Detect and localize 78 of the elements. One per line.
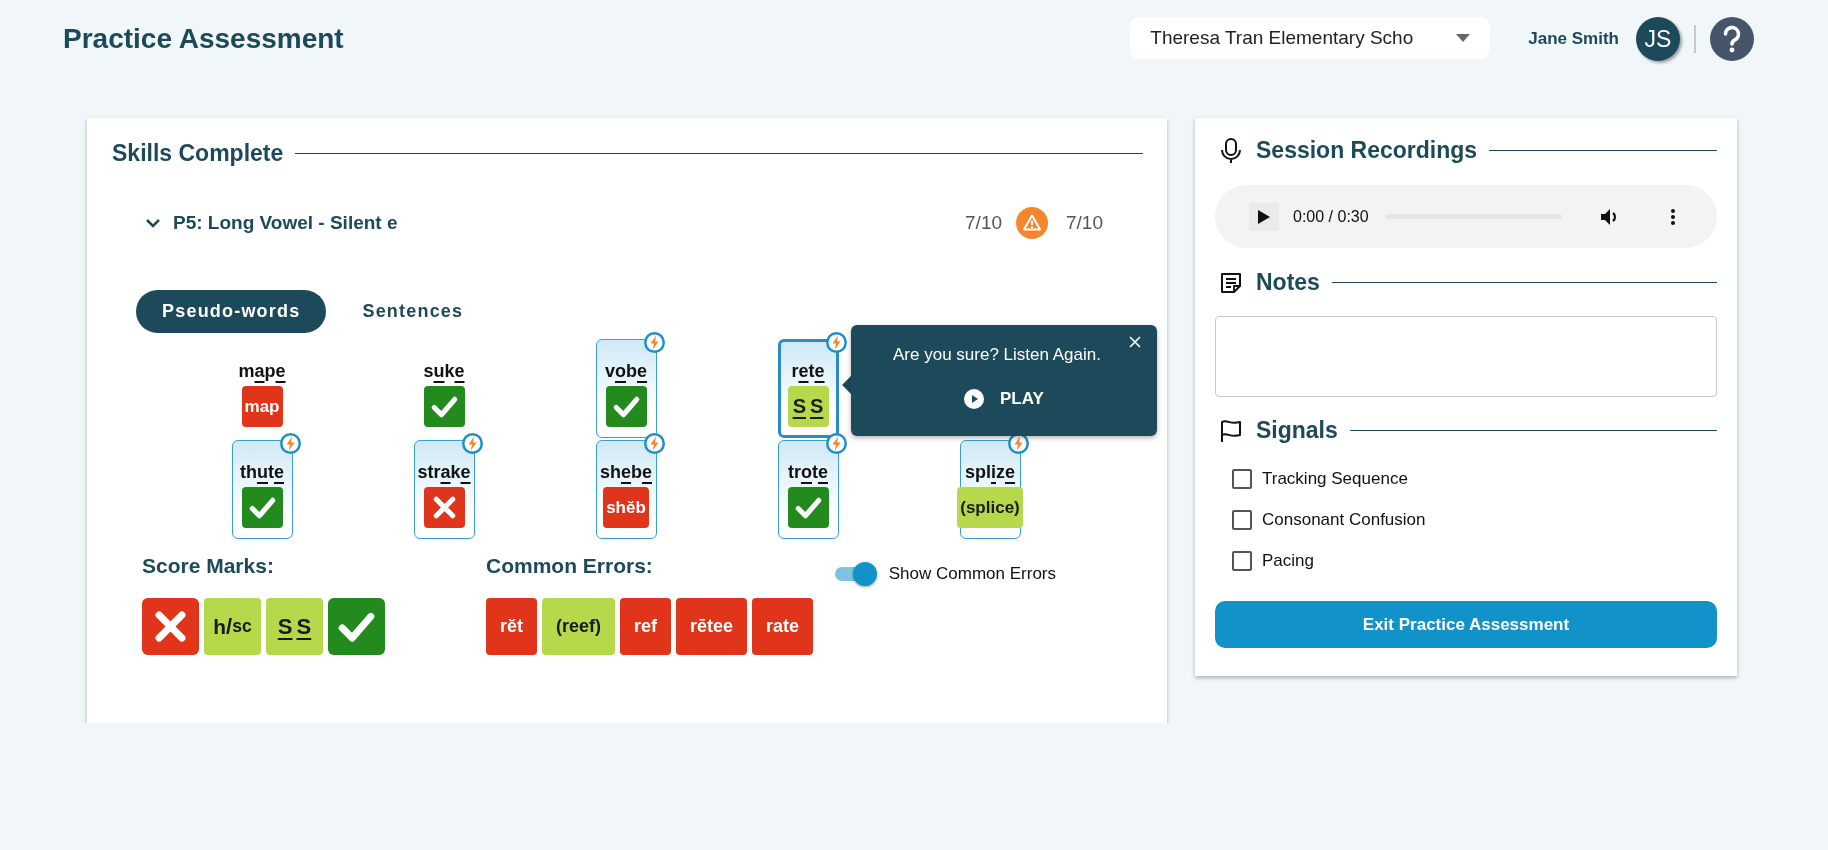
error-mark[interactable]: rētee bbox=[676, 598, 748, 655]
page-title: Practice Assessment bbox=[63, 23, 344, 55]
checkbox-label: Tracking Sequence bbox=[1262, 469, 1408, 489]
lightning-icon bbox=[279, 433, 301, 454]
word-text: splize bbox=[964, 461, 1015, 483]
error-mark: map bbox=[241, 386, 283, 427]
section-title: Notes bbox=[1256, 269, 1320, 296]
check-icon bbox=[241, 487, 283, 528]
word-card[interactable]: vobe bbox=[595, 339, 657, 438]
word-text: trote bbox=[788, 461, 828, 483]
error-mark[interactable]: rĕt bbox=[486, 598, 537, 655]
section-label: Common Errors: bbox=[486, 554, 653, 578]
lightning-icon bbox=[825, 332, 847, 353]
word-text: shebe bbox=[599, 461, 652, 483]
exit-button[interactable]: Exit Practice Assessment bbox=[1215, 601, 1717, 648]
checkbox[interactable] bbox=[1232, 469, 1252, 489]
play-button[interactable] bbox=[1249, 202, 1279, 231]
play-button[interactable]: PLAY bbox=[964, 389, 1044, 409]
close-icon[interactable] bbox=[1129, 336, 1141, 348]
caret-icon bbox=[1456, 34, 1471, 42]
lightning-icon bbox=[643, 433, 665, 454]
tab[interactable]: Pseudo-words bbox=[136, 290, 327, 333]
section-label: Score Marks: bbox=[142, 554, 274, 577]
check-icon bbox=[423, 386, 465, 427]
substitution-mark[interactable]: (reef) bbox=[542, 598, 616, 655]
substitution-mark: (splice) bbox=[957, 487, 1023, 528]
word-text: suke bbox=[423, 360, 465, 382]
word-card[interactable]: thute bbox=[231, 440, 293, 539]
section-title: Skills Complete bbox=[112, 140, 284, 167]
check-icon bbox=[605, 386, 647, 427]
play-icon bbox=[964, 389, 984, 409]
word-text: rete bbox=[791, 360, 825, 382]
toggle-label: Show Common Errors bbox=[888, 564, 1056, 584]
user-name[interactable]: Jane Smith bbox=[1528, 29, 1619, 49]
cross-icon bbox=[423, 487, 465, 528]
error-mark: shĕb bbox=[603, 487, 649, 528]
word-card[interactable]: rete SS bbox=[777, 339, 839, 438]
skill-name[interactable]: P5: Long Vowel - Silent e bbox=[173, 212, 966, 234]
checkbox-label: Consonant Confusion bbox=[1262, 510, 1426, 530]
self-correction-mark: SS bbox=[787, 386, 829, 427]
word-text: thute bbox=[240, 461, 284, 483]
chevron-down-icon[interactable] bbox=[145, 218, 161, 228]
word-text: strake bbox=[417, 461, 471, 483]
word-text: mape bbox=[238, 360, 286, 382]
lightning-icon bbox=[825, 433, 847, 454]
play-icon bbox=[1258, 209, 1270, 224]
tab[interactable]: Sentences bbox=[336, 290, 490, 333]
help-icon[interactable] bbox=[1710, 17, 1754, 61]
lightning-icon bbox=[643, 332, 665, 353]
more-icon[interactable] bbox=[1669, 207, 1676, 226]
lightning-icon bbox=[461, 433, 483, 454]
word-card[interactable]: shebe shĕb bbox=[595, 440, 657, 539]
microphone-icon bbox=[1220, 137, 1242, 164]
cross-icon[interactable] bbox=[142, 598, 199, 655]
section-title: Session Recordings bbox=[1256, 137, 1478, 164]
word-text: vobe bbox=[605, 360, 647, 382]
self-correction-mark[interactable]: SS bbox=[266, 598, 323, 655]
error-mark[interactable]: rate bbox=[752, 598, 814, 655]
checkbox[interactable] bbox=[1232, 510, 1252, 530]
user-avatar[interactable]: JS bbox=[1636, 17, 1680, 61]
word-card[interactable]: trote bbox=[777, 440, 839, 539]
note-icon bbox=[1220, 271, 1242, 294]
skill-score: 7/10 bbox=[965, 212, 1002, 234]
check-icon[interactable] bbox=[328, 598, 385, 655]
toggle-switch[interactable] bbox=[834, 562, 877, 586]
flag-icon bbox=[1220, 418, 1242, 443]
check-icon bbox=[787, 487, 829, 528]
tooltip-message: Are you sure? Listen Again. bbox=[892, 345, 1102, 365]
school-dropdown[interactable]: Theresa Tran Elementary Scho bbox=[1130, 17, 1491, 59]
time-display: 0:00 / 0:30 bbox=[1293, 207, 1369, 226]
word-card[interactable]: splize (splice) bbox=[959, 440, 1021, 539]
word-card[interactable]: strake bbox=[413, 440, 475, 539]
section-title: Signals bbox=[1256, 417, 1338, 444]
notes-field[interactable] bbox=[1215, 316, 1717, 397]
checkbox[interactable] bbox=[1232, 551, 1252, 571]
error-mark[interactable]: ref bbox=[620, 598, 672, 655]
skill-score: 7/10 bbox=[1066, 212, 1103, 234]
checkbox-label: Pacing bbox=[1262, 551, 1314, 571]
